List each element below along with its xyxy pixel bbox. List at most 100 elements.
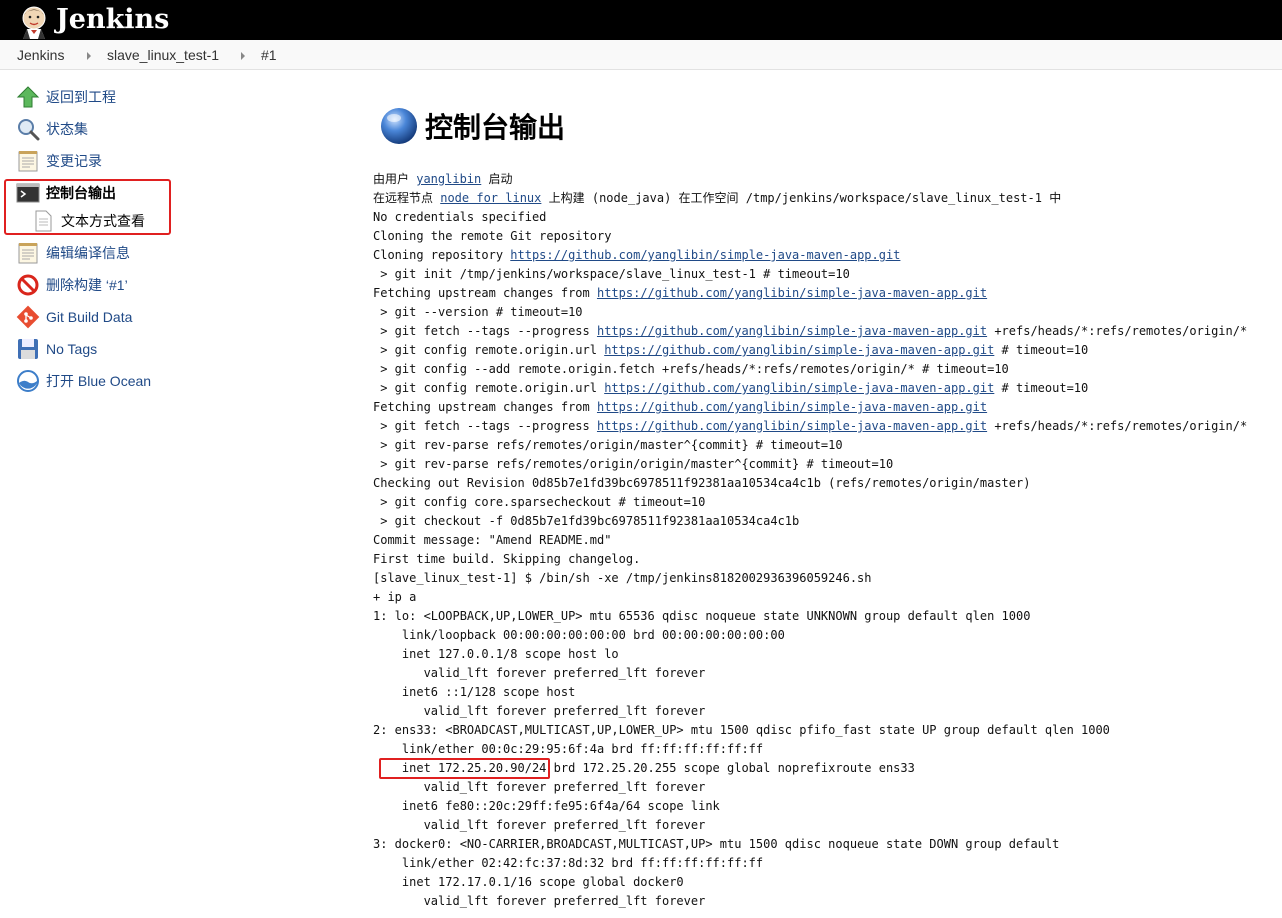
console-line: inet6 fe80::20c:29ff:fe95:6f4a/64 scope … (373, 797, 1273, 816)
console-line: link/loopback 00:00:00:00:00:00 brd 00:0… (373, 626, 1273, 645)
sidebar-item-label: 变更记录 (46, 153, 102, 169)
console-line: link/ether 02:42:fc:37:8d:32 brd ff:ff:f… (373, 854, 1273, 873)
console-link[interactable]: node for linux (440, 191, 541, 205)
console-link[interactable]: https://github.com/yanglibin/simple-java… (597, 324, 987, 338)
console-line: Commit message: "Amend README.md" (373, 531, 1273, 550)
console-line: > git fetch --tags --progress https://gi… (373, 417, 1273, 436)
console-text: > git rev-parse refs/remotes/origin/mast… (373, 438, 843, 452)
breadcrumb-separator-icon (87, 52, 91, 60)
console-line: Fetching upstream changes from https://g… (373, 398, 1273, 417)
console-line: 在远程节点 node for linux 上构建 (node_java) 在工作… (373, 189, 1273, 208)
top-header: Jenkins (0, 0, 1282, 40)
console-text: inet 127.0.0.1/8 scope host lo (373, 647, 619, 661)
console-text: link/loopback 00:00:00:00:00:00 brd 00:0… (373, 628, 785, 642)
console-text: No credentials specified (373, 210, 547, 224)
console-link[interactable]: yanglibin (416, 172, 481, 186)
sidebar-item-blue-ocean[interactable]: 打开 Blue Ocean (16, 368, 151, 394)
jenkins-brand-title[interactable]: Jenkins (56, 3, 169, 37)
console-line: > git config core.sparsecheckout # timeo… (373, 493, 1273, 512)
console-text: +refs/heads/*:refs/remotes/origin/* (987, 419, 1248, 433)
sidebar-item-label: Git Build Data (46, 309, 133, 325)
console-line: > git checkout -f 0d85b7e1fd39bc6978511f… (373, 512, 1273, 531)
sidebar-item-git-build-data[interactable]: Git Build Data (16, 304, 132, 330)
sidebar-item-label: 状态集 (46, 121, 88, 137)
console-text: > git fetch --tags --progress (373, 419, 597, 433)
console-link[interactable]: https://github.com/yanglibin/simple-java… (597, 419, 987, 433)
sidebar-item-no-tags[interactable]: No Tags (16, 336, 97, 362)
console-line: inet6 ::1/128 scope host (373, 683, 1273, 702)
no-entry-icon (17, 274, 39, 296)
console-text: # timeout=10 (994, 343, 1089, 357)
notepad-icon (18, 243, 38, 264)
console-text: inet 172.17.0.1/16 scope global docker0 (373, 875, 684, 889)
console-text: inet6 ::1/128 scope host (373, 685, 576, 699)
console-text: valid_lft forever preferred_lft forever (373, 666, 706, 680)
sidebar-item-back-to-project[interactable]: 返回到工程 (16, 84, 116, 110)
blue-ball-status-icon (381, 108, 417, 144)
console-text: 2: ens33: <BROADCAST,MULTICAST,UP,LOWER_… (373, 723, 1110, 737)
console-text: > git config remote.origin.url (373, 381, 605, 395)
console-line: No credentials specified (373, 208, 1273, 227)
console-line: inet 172.17.0.1/16 scope global docker0 (373, 873, 1273, 892)
breadcrumb: Jenkins slave_linux_test-1 #1 (0, 40, 1282, 70)
console-link[interactable]: https://github.com/yanglibin/simple-java… (604, 343, 994, 357)
console-text: link/ether 02:42:fc:37:8d:32 brd ff:ff:f… (373, 856, 764, 870)
sidebar-item-edit-build-info[interactable]: 编辑编译信息 (16, 240, 130, 266)
console-text: valid_lft forever preferred_lft forever (373, 780, 706, 794)
console-text: Cloning repository (373, 248, 511, 262)
magnifier-icon (18, 119, 40, 141)
console-text: Cloning the remote Git repository (373, 229, 612, 243)
console-line: > git rev-parse refs/remotes/origin/mast… (373, 436, 1273, 455)
breadcrumb-jenkins[interactable]: Jenkins (17, 47, 64, 63)
console-text: 由用户 (373, 172, 417, 186)
console-link[interactable]: https://github.com/yanglibin/simple-java… (597, 286, 987, 300)
console-text: > git --version # timeout=10 (373, 305, 583, 319)
sidebar-item-changes[interactable]: 变更记录 (16, 148, 102, 174)
console-text: 1: lo: <LOOPBACK,UP,LOWER_UP> mtu 65536 … (373, 609, 1031, 623)
console-link[interactable]: https://github.com/yanglibin/simple-java… (604, 381, 994, 395)
console-text: inet6 fe80::20c:29ff:fe95:6f4a/64 scope … (373, 799, 720, 813)
console-line: > git config remote.origin.url https://g… (373, 341, 1273, 360)
sidebar-item-label: No Tags (46, 341, 98, 357)
console-link[interactable]: https://github.com/yanglibin/simple-java… (597, 400, 987, 414)
console-text: > git config core.sparsecheckout # timeo… (373, 495, 706, 509)
console-text: > git init /tmp/jenkins/workspace/slave_… (373, 267, 850, 281)
console-text: 启动 (481, 172, 513, 186)
jenkins-butler-logo-icon[interactable] (16, 3, 52, 39)
annotation-highlight-box (379, 758, 550, 779)
console-text: + ip a (373, 590, 417, 604)
console-text: # timeout=10 (994, 381, 1089, 395)
console-line: inet 127.0.0.1/8 scope host lo (373, 645, 1273, 664)
console-line: 3: docker0: <NO-CARRIER,BROADCAST,MULTIC… (373, 835, 1273, 854)
console-line: > git config --add remote.origin.fetch +… (373, 360, 1273, 379)
breadcrumb-job[interactable]: slave_linux_test-1 (107, 47, 219, 63)
console-line: Checking out Revision 0d85b7e1fd39bc6978… (373, 474, 1273, 493)
page-title: 控制台输出 (379, 104, 565, 148)
console-text: valid_lft forever preferred_lft forever (373, 704, 706, 718)
console-line: 2: ens33: <BROADCAST,MULTICAST,UP,LOWER_… (373, 721, 1273, 740)
console-text: > git config remote.origin.url (373, 343, 605, 357)
console-line: > git config remote.origin.url https://g… (373, 379, 1273, 398)
console-text: +refs/heads/*:refs/remotes/origin/* (987, 324, 1248, 338)
breadcrumb-separator-icon (241, 52, 245, 60)
console-line: valid_lft forever preferred_lft forever (373, 778, 1273, 797)
console-line: valid_lft forever preferred_lft forever (373, 816, 1273, 835)
console-text: > git fetch --tags --progress (373, 324, 597, 338)
console-output: 由用户 yanglibin 启动在远程节点 node for linux 上构建… (373, 170, 1273, 911)
console-line: [slave_linux_test-1] $ /bin/sh -xe /tmp/… (373, 569, 1273, 588)
sidebar-item-label: 编辑编译信息 (46, 245, 130, 261)
up-arrow-icon (16, 86, 40, 108)
console-line: First time build. Skipping changelog. (373, 550, 1273, 569)
console-text: link/ether 00:0c:29:95:6f:4a brd ff:ff:f… (373, 742, 764, 756)
console-text: Fetching upstream changes from (373, 286, 597, 300)
console-text: 3: docker0: <NO-CARRIER,BROADCAST,MULTIC… (373, 837, 1060, 851)
console-line: link/ether 00:0c:29:95:6f:4a brd ff:ff:f… (373, 740, 1273, 759)
blue-ocean-icon (17, 370, 39, 392)
sidebar-item-delete-build[interactable]: 删除构建 ‘#1’ (16, 272, 128, 298)
breadcrumb-build[interactable]: #1 (261, 47, 277, 63)
sidebar-item-status[interactable]: 状态集 (16, 116, 88, 142)
console-line: > git init /tmp/jenkins/workspace/slave_… (373, 265, 1273, 284)
console-text: Commit message: "Amend README.md" (373, 533, 612, 547)
console-line: valid_lft forever preferred_lft forever (373, 892, 1273, 911)
console-link[interactable]: https://github.com/yanglibin/simple-java… (510, 248, 900, 262)
